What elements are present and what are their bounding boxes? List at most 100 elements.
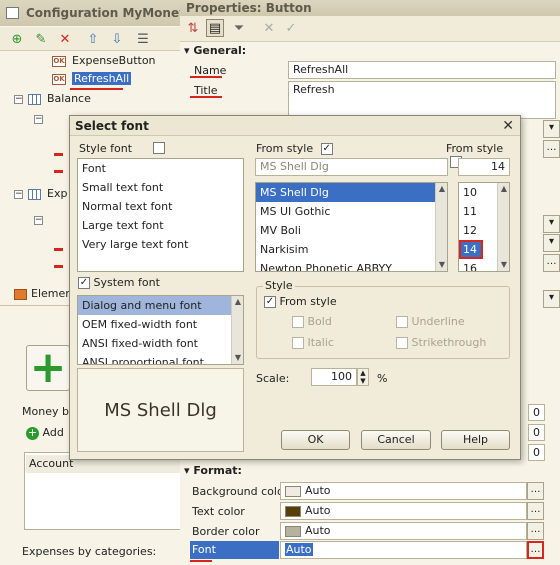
underline-option[interactable]: Underline (396, 315, 465, 328)
apply-icon[interactable]: ✓ (282, 19, 300, 37)
delete-icon[interactable]: ✕ (56, 30, 74, 48)
add-icon[interactable]: ⊕ (8, 30, 26, 48)
font-size-input[interactable]: 14 (458, 158, 510, 176)
list-item[interactable]: Narkisim (256, 240, 447, 259)
spin-field[interactable]: 0 (528, 444, 545, 461)
clear-icon[interactable]: ✕ (260, 19, 278, 37)
from-style-font-option[interactable]: From style ✓ (256, 142, 333, 155)
expenses-label: Expenses by categories: (22, 545, 157, 558)
title-field[interactable]: Refresh (288, 81, 556, 119)
dropdown-button[interactable]: ▾ (543, 234, 560, 252)
style-font-checkbox[interactable] (153, 142, 165, 154)
collapse-icon[interactable]: − (14, 94, 23, 104)
name-field[interactable]: RefreshAll (288, 61, 556, 79)
system-font-list[interactable]: Dialog and menu font OEM fixed-width fon… (77, 295, 244, 365)
move-up-icon[interactable]: ⇧ (84, 30, 102, 48)
style-from-style-option[interactable]: ✓ From style (264, 295, 337, 308)
window-list-icon (6, 7, 19, 19)
help-button[interactable]: Help (441, 430, 510, 450)
ellipsis-button[interactable]: … (543, 140, 560, 158)
border-color-label: Border color (192, 525, 260, 538)
ok-button[interactable]: OK (281, 430, 350, 450)
font-ellipsis-button[interactable]: … (527, 541, 544, 559)
list-item[interactable]: Newton Phonetic ABBYY (256, 259, 447, 271)
categories-icon[interactable]: ▤ (206, 19, 224, 37)
spin-field[interactable]: 0 (528, 424, 545, 441)
style-from-style-checkbox[interactable]: ✓ (264, 296, 276, 308)
list-item[interactable]: MS UI Gothic (256, 202, 447, 221)
properties-list-icon[interactable]: ☰ (134, 30, 152, 48)
general-section-header[interactable]: ▾ General: (184, 44, 246, 57)
list-item[interactable]: Normal text font (78, 197, 243, 216)
list-item[interactable]: OEM fixed-width font (78, 315, 243, 334)
list-item[interactable]: Font (78, 159, 243, 178)
border-color-field[interactable]: Auto (280, 522, 527, 540)
scroll-up-icon[interactable]: ▲ (436, 183, 447, 195)
edit-icon[interactable]: ✎ (32, 30, 50, 48)
font-row[interactable]: Font (190, 541, 279, 559)
ellipsis-button[interactable]: … (543, 254, 560, 272)
scale-spinner[interactable]: ▲ ▼ (357, 368, 369, 386)
scrollbar[interactable]: ▲ ▼ (497, 183, 509, 271)
bold-checkbox[interactable] (292, 316, 304, 328)
tree-item-exp[interactable]: − Exp (14, 185, 67, 203)
close-icon[interactable]: ✕ (502, 118, 514, 134)
properties-title: Properties: Button (180, 0, 560, 16)
add-button[interactable]: + Add (26, 426, 64, 440)
list-item[interactable]: MS Shell Dlg (256, 183, 447, 202)
italic-checkbox[interactable] (292, 337, 304, 349)
table-icon (28, 93, 41, 105)
background-color-field[interactable]: Auto (280, 482, 527, 500)
from-style-font-checkbox[interactable]: ✓ (320, 143, 333, 155)
list-item[interactable]: MV Boli (256, 221, 447, 240)
tree-item-expense-button[interactable]: OK ExpenseButton (52, 52, 156, 70)
sort-icon[interactable]: ⇅ (184, 19, 202, 37)
collapse-icon[interactable]: − (14, 189, 23, 199)
tree-item-elements[interactable]: Elemen (14, 285, 72, 303)
scrollbar[interactable]: ▲ ▼ (435, 183, 447, 271)
strikethrough-checkbox[interactable] (396, 337, 408, 349)
big-add-button[interactable]: + (26, 345, 70, 391)
dropdown-button[interactable]: ▾ (543, 290, 560, 308)
font-size-list[interactable]: 10 11 12 14 16 ▲ ▼ (458, 182, 510, 272)
tree-item-refresh-all[interactable]: OK RefreshAll (52, 70, 132, 88)
collapse-icon[interactable]: − (34, 216, 43, 225)
text-color-ellipsis[interactable]: … (527, 502, 544, 520)
tree-item-balance[interactable]: − Balance (14, 90, 91, 108)
scroll-up-icon[interactable]: ▲ (498, 183, 509, 195)
style-font-list[interactable]: Font Small text font Normal text font La… (77, 158, 244, 272)
list-item[interactable]: 14 (459, 240, 483, 259)
underline-checkbox[interactable] (396, 316, 408, 328)
scrollbar[interactable]: ▲ ▼ (231, 296, 243, 364)
scroll-down-icon[interactable]: ▼ (498, 259, 509, 271)
dropdown-button[interactable]: ▾ (543, 215, 560, 233)
scale-input[interactable]: 100 (311, 368, 357, 386)
border-color-ellipsis[interactable]: … (527, 522, 544, 540)
collapse-icon[interactable]: − (34, 115, 43, 124)
scroll-down-icon[interactable]: ▼ (436, 259, 447, 271)
system-font-checkbox[interactable]: ✓ (78, 277, 90, 289)
font-field[interactable]: Auto (280, 541, 527, 559)
format-section-header[interactable]: ▾ Format: (184, 464, 242, 477)
strikethrough-option[interactable]: Strikethrough (396, 336, 486, 349)
system-font-option[interactable]: ✓ System font (78, 276, 160, 289)
italic-option[interactable]: Italic (292, 336, 334, 349)
cancel-button[interactable]: Cancel (361, 430, 431, 450)
list-item[interactable]: ANSI fixed-width font (78, 334, 243, 353)
font-name-list[interactable]: MS Shell Dlg MS UI Gothic MV Boli Narkis… (255, 182, 448, 272)
list-item[interactable]: Small text font (78, 178, 243, 197)
text-color-field[interactable]: Auto (280, 502, 527, 520)
move-down-icon[interactable]: ⇩ (108, 30, 126, 48)
scroll-down-icon[interactable]: ▼ (232, 352, 243, 364)
list-item[interactable]: Very large text font (78, 235, 243, 254)
scroll-up-icon[interactable]: ▲ (232, 296, 243, 308)
list-item[interactable]: ANSI proportional font (78, 353, 243, 364)
bold-option[interactable]: Bold (292, 315, 332, 328)
spin-field[interactable]: 0 (528, 404, 545, 421)
background-color-ellipsis[interactable]: … (527, 482, 544, 500)
dropdown-button[interactable]: ▾ (543, 120, 560, 138)
list-item[interactable]: Dialog and menu font (78, 296, 243, 315)
font-name-input[interactable]: MS Shell Dlg (255, 158, 448, 176)
list-item[interactable]: Large text font (78, 216, 243, 235)
filter-icon[interactable]: ⏷ (230, 19, 248, 37)
